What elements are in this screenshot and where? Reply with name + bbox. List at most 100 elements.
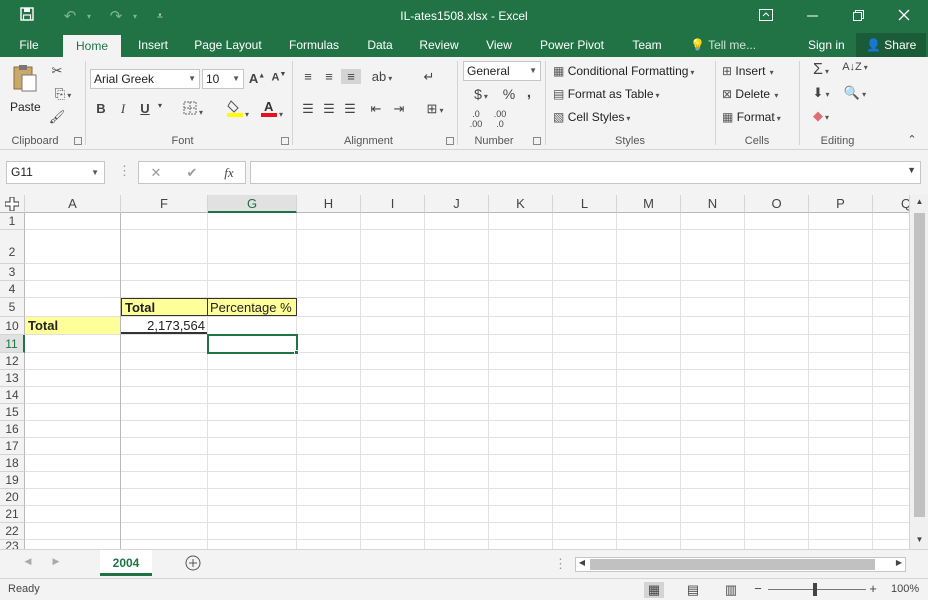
ribbon-display-icon[interactable] bbox=[752, 0, 780, 33]
column-header-m[interactable]: M bbox=[617, 195, 681, 213]
column-header-g[interactable]: G bbox=[208, 195, 297, 213]
middle-align-icon[interactable]: ≡ bbox=[320, 69, 338, 84]
redo-dropdown-icon[interactable]: ▾ bbox=[130, 0, 140, 33]
number-launcher-icon[interactable] bbox=[533, 137, 541, 145]
cell-a10[interactable]: Total bbox=[25, 317, 120, 334]
scroll-up-icon[interactable]: ▲ bbox=[914, 197, 925, 206]
row-header-22[interactable]: 22 bbox=[0, 523, 25, 540]
row-header-11[interactable]: 11 bbox=[0, 335, 25, 353]
customize-qat-icon[interactable]: ⩡ bbox=[152, 0, 168, 33]
expand-formula-icon[interactable]: ▼ bbox=[907, 165, 916, 175]
close-icon[interactable] bbox=[890, 0, 918, 33]
row-header-20[interactable]: 20 bbox=[0, 489, 25, 506]
percent-button[interactable]: % bbox=[500, 86, 518, 102]
minimize-icon[interactable] bbox=[798, 0, 826, 33]
tab-team[interactable]: Team bbox=[625, 33, 669, 57]
font-color-icon[interactable]: A ▾ bbox=[256, 99, 288, 120]
redo-icon[interactable]: ↷ bbox=[104, 0, 128, 33]
sort-filter-icon[interactable]: A↓Z ▾ bbox=[840, 61, 870, 73]
copy-icon[interactable]: ⎘ ▾ bbox=[48, 86, 78, 102]
row-header-4[interactable]: 4 bbox=[0, 281, 25, 298]
row-header-18[interactable]: 18 bbox=[0, 455, 25, 472]
alignment-launcher-icon[interactable] bbox=[446, 137, 454, 145]
currency-button[interactable]: $ ▾ bbox=[466, 86, 496, 102]
row-header-19[interactable]: 19 bbox=[0, 472, 25, 489]
delete-cells-button[interactable]: ⊠ Delete ▾ bbox=[722, 84, 778, 104]
find-select-icon[interactable]: 🔍 ▾ bbox=[840, 85, 870, 101]
column-header-k[interactable]: K bbox=[489, 195, 553, 213]
selected-cell-g11[interactable] bbox=[207, 334, 298, 354]
scroll-left-icon[interactable]: ◀ bbox=[577, 558, 587, 567]
bottom-align-icon[interactable]: ≡ bbox=[341, 69, 361, 84]
save-icon[interactable] bbox=[14, 0, 40, 33]
page-layout-view-icon[interactable]: ▤ bbox=[683, 582, 703, 598]
align-center-icon[interactable]: ☰ bbox=[320, 101, 338, 117]
fill-handle[interactable] bbox=[294, 350, 299, 355]
undo-dropdown-icon[interactable]: ▾ bbox=[84, 0, 94, 33]
row-header-10[interactable]: 10 bbox=[0, 317, 25, 335]
select-all-corner[interactable] bbox=[0, 195, 25, 213]
row-header-3[interactable]: 3 bbox=[0, 264, 25, 281]
scroll-right-icon[interactable]: ▶ bbox=[894, 558, 904, 567]
autosum-icon[interactable]: Σ ▾ bbox=[806, 61, 836, 79]
column-header-j[interactable]: J bbox=[425, 195, 489, 213]
row-header-21[interactable]: 21 bbox=[0, 506, 25, 523]
format-painter-icon[interactable]: 🖌 bbox=[48, 109, 66, 125]
row-header-5[interactable]: 5 bbox=[0, 298, 25, 317]
share-button[interactable]: 👤 Share bbox=[856, 33, 927, 57]
zoom-in-icon[interactable]: + bbox=[866, 581, 880, 596]
zoom-out-icon[interactable]: − bbox=[751, 581, 765, 596]
font-name-dropdown[interactable]: Arial Greek ▼ bbox=[90, 69, 200, 89]
enter-icon[interactable]: ✔ bbox=[183, 165, 201, 181]
number-format-dropdown[interactable]: General ▼ bbox=[463, 61, 541, 81]
align-right-icon[interactable]: ☰ bbox=[341, 101, 359, 117]
formula-input[interactable]: ▼ bbox=[250, 161, 921, 184]
tab-power-pivot[interactable]: Power Pivot bbox=[533, 33, 611, 57]
font-launcher-icon[interactable] bbox=[281, 137, 289, 145]
sign-in-link[interactable]: Sign in bbox=[808, 33, 845, 57]
merge-center-icon[interactable]: ⊞ ▾ bbox=[419, 101, 451, 117]
zoom-slider[interactable] bbox=[768, 589, 866, 590]
column-header-i[interactable]: I bbox=[361, 195, 425, 213]
increase-decimal-icon[interactable]: .0.00 bbox=[466, 109, 486, 129]
cancel-icon[interactable]: ✕ bbox=[147, 165, 165, 181]
tab-review[interactable]: Review bbox=[413, 33, 465, 57]
paste-button[interactable]: Paste bbox=[10, 97, 41, 117]
decrease-indent-icon[interactable]: ⇤ bbox=[366, 101, 386, 117]
row-header-16[interactable]: 16 bbox=[0, 421, 25, 438]
tab-file[interactable]: File bbox=[8, 33, 50, 57]
normal-view-icon[interactable]: ▦ bbox=[644, 582, 664, 598]
clipboard-launcher-icon[interactable] bbox=[74, 137, 82, 145]
sheet-tab-2004[interactable]: 2004 bbox=[100, 550, 152, 576]
row-header-15[interactable]: 15 bbox=[0, 404, 25, 421]
decrease-font-icon[interactable]: A▼ bbox=[270, 71, 288, 84]
cell-styles-button[interactable]: ▧ Cell Styles ▾ bbox=[553, 107, 630, 127]
tab-insert[interactable]: Insert bbox=[130, 33, 176, 57]
font-size-dropdown[interactable]: 10 ▼ bbox=[202, 69, 244, 89]
align-left-icon[interactable]: ☰ bbox=[299, 101, 317, 117]
column-header-p[interactable]: P bbox=[809, 195, 873, 213]
tab-home[interactable]: Home bbox=[63, 35, 121, 57]
row-header-2[interactable]: 2 bbox=[0, 230, 25, 264]
cell-f10[interactable]: 2,173,564 bbox=[121, 317, 207, 334]
vertical-scroll-thumb[interactable] bbox=[914, 213, 925, 517]
cell-g5[interactable]: Percentage % bbox=[208, 298, 297, 316]
format-cells-button[interactable]: ▦ Format ▾ bbox=[722, 107, 781, 127]
insert-function-icon[interactable]: fx bbox=[219, 165, 239, 181]
name-box[interactable]: G11 ▼ bbox=[6, 161, 105, 184]
column-header-n[interactable]: N bbox=[681, 195, 745, 213]
column-header-a[interactable]: A bbox=[25, 195, 121, 213]
increase-indent-icon[interactable]: ⇥ bbox=[389, 101, 409, 117]
column-header-h[interactable]: H bbox=[297, 195, 361, 213]
tab-data[interactable]: Data bbox=[360, 33, 400, 57]
bold-button[interactable]: B bbox=[93, 101, 109, 116]
decrease-decimal-icon[interactable]: .00.0 bbox=[490, 109, 510, 129]
zoom-level[interactable]: 100% bbox=[891, 583, 919, 595]
underline-button[interactable]: U bbox=[137, 101, 153, 116]
comma-button[interactable]: , bbox=[522, 84, 536, 101]
vertical-scrollbar[interactable]: ▲ ▼ bbox=[909, 195, 928, 549]
next-sheet-icon[interactable]: ▶ bbox=[50, 556, 62, 567]
restore-icon[interactable] bbox=[844, 0, 872, 33]
cell-f5[interactable]: Total bbox=[121, 298, 208, 316]
cut-icon[interactable]: ✂ bbox=[48, 63, 66, 79]
